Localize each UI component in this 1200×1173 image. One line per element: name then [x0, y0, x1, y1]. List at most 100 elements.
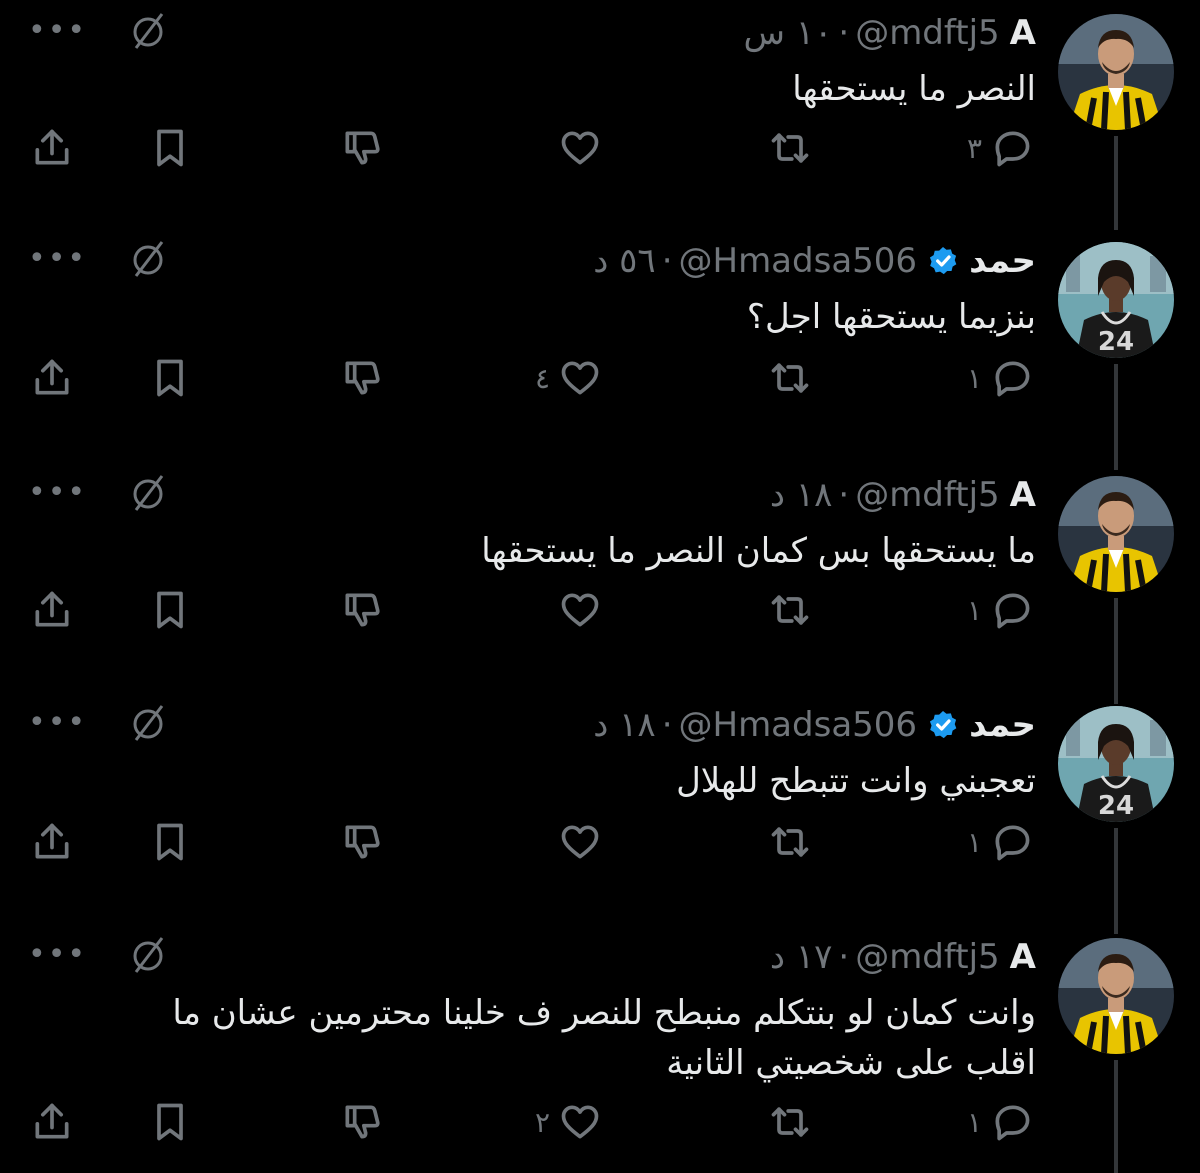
more-icon[interactable]: •••	[28, 475, 88, 510]
more-icon[interactable]: •••	[28, 705, 88, 740]
timestamp[interactable]: ١٠ س	[744, 13, 833, 53]
tweet[interactable]: 24 حمد @Hmadsa506 · ٥٦ د ••• بنزيما يستح…	[0, 236, 1200, 470]
reply-icon	[995, 593, 1030, 629]
like-button[interactable]: ٤	[535, 352, 602, 404]
tweet-header: حمد @Hmadsa506 · ٥٦ د	[593, 236, 1036, 286]
more-icon[interactable]: •••	[28, 13, 88, 48]
bookmark-icon	[157, 1103, 183, 1141]
author-handle[interactable]: @Hmadsa506	[679, 241, 918, 281]
author-handle[interactable]: @mdftj5	[855, 937, 999, 977]
reply-button[interactable]: ١	[967, 816, 1034, 868]
action-bar: ١ ٤	[0, 352, 1200, 404]
tweet-text: بنزيما يستحقها اجل؟	[746, 297, 1036, 337]
share-icon	[35, 823, 69, 859]
bookmark-button[interactable]	[148, 122, 192, 174]
retweet-button[interactable]	[768, 816, 820, 868]
more-icon[interactable]: •••	[28, 937, 88, 972]
action-bar: ١	[0, 584, 1200, 636]
avatar[interactable]: 24	[1058, 242, 1174, 358]
share-icon	[35, 129, 69, 165]
tweet[interactable]: 24 حمد @Hmadsa506 · ١٨ د ••• تعجبني وانت…	[0, 700, 1200, 934]
retweet-icon	[771, 133, 809, 163]
reply-button[interactable]: ١	[967, 584, 1034, 636]
tweet-text: تعجبني وانت تتبطح للهلال	[676, 761, 1036, 801]
retweet-button[interactable]	[768, 122, 820, 174]
share-button[interactable]	[30, 352, 74, 404]
retweet-button[interactable]	[768, 352, 820, 404]
tweet-text: النصر ما يستحقها	[792, 69, 1036, 109]
tweet[interactable]: A @mdftj5 · ١٠ س ••• النصر ما يستحقها ٣	[0, 8, 1200, 230]
separator-dot: ·	[838, 937, 850, 977]
share-button[interactable]	[30, 1096, 74, 1148]
dislike-button[interactable]	[340, 122, 384, 174]
retweet-icon	[771, 1107, 809, 1137]
bookmark-button[interactable]	[148, 584, 192, 636]
bookmark-button[interactable]	[148, 816, 192, 868]
reply-thread: A @mdftj5 · ١٠ س ••• النصر ما يستحقها ٣	[0, 0, 1200, 1173]
bookmark-button[interactable]	[148, 1096, 192, 1148]
grok-icon[interactable]	[128, 934, 168, 974]
author-name[interactable]: A	[1010, 13, 1036, 53]
separator-dot: ·	[661, 241, 673, 281]
timestamp[interactable]: ١٨ د	[593, 705, 655, 745]
retweet-icon	[771, 595, 809, 625]
grok-icon[interactable]	[128, 10, 168, 50]
reply-button[interactable]: ١	[967, 352, 1034, 404]
author-handle[interactable]: @mdftj5	[855, 475, 999, 515]
timestamp[interactable]: ١٨ د	[770, 475, 832, 515]
author-handle[interactable]: @Hmadsa506	[679, 705, 918, 745]
avatar[interactable]: 24	[1058, 706, 1174, 822]
reply-icon	[995, 825, 1030, 861]
reply-button[interactable]: ١	[967, 1096, 1034, 1148]
avatar[interactable]	[1058, 476, 1174, 592]
tweet[interactable]: A @mdftj5 · ١٧ د ••• وانت كمان لو بنتكلم…	[0, 932, 1200, 1173]
timestamp[interactable]: ١٧ د	[770, 937, 832, 977]
grok-icon[interactable]	[128, 472, 168, 512]
bookmark-button[interactable]	[148, 352, 192, 404]
retweet-icon	[771, 827, 809, 857]
like-button[interactable]	[550, 584, 602, 636]
author-name[interactable]: حمد	[969, 241, 1036, 281]
like-button[interactable]	[550, 122, 602, 174]
author-name[interactable]: حمد	[969, 705, 1036, 745]
dislike-button[interactable]	[340, 584, 384, 636]
share-button[interactable]	[30, 584, 74, 636]
separator-dot: ·	[838, 13, 850, 53]
share-icon	[35, 359, 69, 395]
dislike-icon	[345, 825, 380, 859]
avatar[interactable]	[1058, 938, 1174, 1054]
retweet-button[interactable]	[768, 1096, 820, 1148]
share-button[interactable]	[30, 122, 74, 174]
share-button[interactable]	[30, 816, 74, 868]
share-icon	[35, 1103, 69, 1139]
dislike-icon	[345, 361, 380, 395]
like-button[interactable]: ٢	[535, 1096, 602, 1148]
dislike-button[interactable]	[340, 352, 384, 404]
dislike-button[interactable]	[340, 1096, 384, 1148]
share-icon	[35, 591, 69, 627]
reply-count: ٣	[966, 131, 982, 165]
author-name[interactable]: A	[1010, 937, 1036, 977]
tweet[interactable]: A @mdftj5 · ١٨ د ••• ما يستحقها بس كمان …	[0, 470, 1200, 704]
reply-button[interactable]: ٣	[967, 122, 1034, 174]
tweet-header: A @mdftj5 · ١٧ د	[770, 932, 1036, 982]
dislike-icon	[345, 131, 380, 165]
dislike-icon	[345, 1105, 380, 1139]
avatar[interactable]	[1058, 14, 1174, 130]
author-handle[interactable]: @mdftj5	[855, 13, 999, 53]
verified-badge-icon	[929, 711, 957, 739]
like-icon	[561, 131, 599, 165]
more-icon[interactable]: •••	[28, 241, 88, 276]
dislike-icon	[345, 593, 380, 627]
retweet-button[interactable]	[768, 584, 820, 636]
grok-icon[interactable]	[128, 238, 168, 278]
dislike-button[interactable]	[340, 816, 384, 868]
like-icon	[561, 593, 599, 627]
author-name[interactable]: A	[1010, 475, 1036, 515]
separator-dot: ·	[661, 705, 673, 745]
timestamp[interactable]: ٥٦ د	[593, 241, 655, 281]
like-icon	[561, 361, 599, 395]
grok-icon[interactable]	[128, 702, 168, 742]
reply-icon	[995, 361, 1030, 397]
like-button[interactable]	[550, 816, 602, 868]
